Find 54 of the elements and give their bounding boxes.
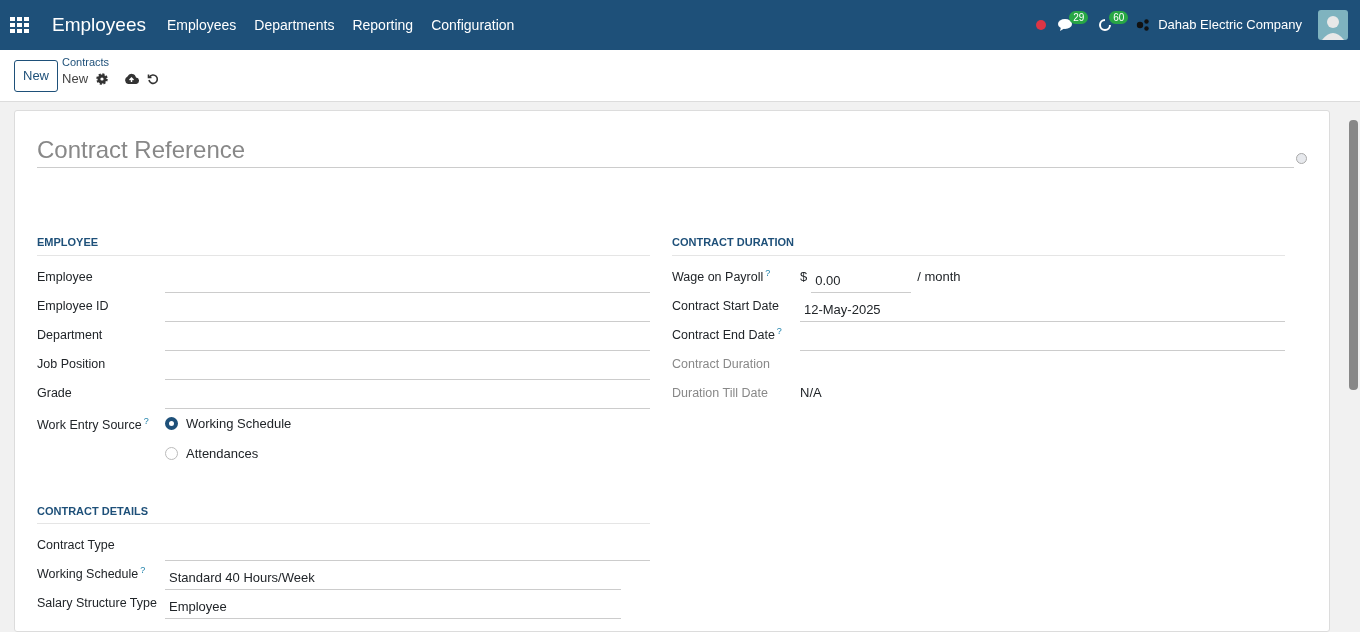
field-label: Contract Start Date [672,298,779,313]
reference-field[interactable]: Contract Reference [37,133,1294,168]
section-title: EMPLOYEE [37,234,650,256]
company-switch-icon[interactable] [1136,19,1151,31]
field-label: Duration Till Date [672,385,768,400]
section-title: CONTRACT DETAILS [37,502,650,524]
input-field[interactable]: Standard 40 Hours/Week [165,566,621,590]
field-label: Grade [37,385,72,400]
message-count: 29 [1069,11,1089,24]
discard-icon[interactable] [147,72,160,85]
field-label: Department [37,327,103,342]
unit-label: / month [917,268,961,286]
radio-button[interactable] [165,447,178,460]
currency-symbol: $ [800,268,808,286]
company-name[interactable]: Dahab Electric Company [1158,15,1302,35]
menu-item[interactable]: Configuration [422,14,524,36]
field-label: Employee [37,269,93,284]
help-tooltip[interactable]: ? [765,267,771,278]
menu-item[interactable]: Reporting [343,14,423,36]
option-label[interactable]: Working Schedule [186,413,292,434]
menu-item[interactable]: Departments [245,14,344,36]
help-tooltip[interactable]: ? [140,565,146,576]
field-label: Job Position [37,356,106,371]
cloud-upload-icon[interactable] [124,73,140,85]
record-name: New [62,70,89,88]
input-field[interactable]: Employee [165,595,621,619]
status-circle-icon[interactable] [1296,153,1307,164]
help-tooltip[interactable]: ? [776,325,782,336]
app-menu-icon[interactable] [10,17,30,33]
field-label: Wage on Payroll [672,269,764,284]
user-avatar[interactable] [1318,10,1348,40]
app-title: Employees [52,12,146,37]
activities-icon[interactable] [1098,18,1113,32]
field-value: N/A [800,384,822,402]
option-label[interactable]: Attendances [186,443,259,464]
settings-icon[interactable] [96,72,109,85]
field-label: Contract End Date [672,327,775,342]
field-label: Employee ID [37,298,109,313]
help-tooltip[interactable]: ? [143,415,149,426]
field-label: Salary Structure Type [37,596,157,611]
new-button[interactable]: New [14,60,58,92]
section-title: CONTRACT DURATION [672,234,1285,256]
status-dot-icon [1036,20,1047,30]
field-label: Working Schedule [37,567,139,582]
messages-icon[interactable] [1058,18,1075,32]
field-label: Work Entry Source [37,417,142,432]
activity-count: 60 [1109,11,1129,24]
breadcrumb-link[interactable]: Contracts [62,56,160,69]
field-label: Contract Type [37,538,115,553]
field-label: Contract Duration [672,356,770,371]
input-field[interactable]: 12-May-2025 [800,297,1285,322]
wage-field[interactable]: 0.00 [811,268,912,293]
radio-button[interactable] [165,417,178,430]
menu-item[interactable]: Employees [158,14,246,36]
